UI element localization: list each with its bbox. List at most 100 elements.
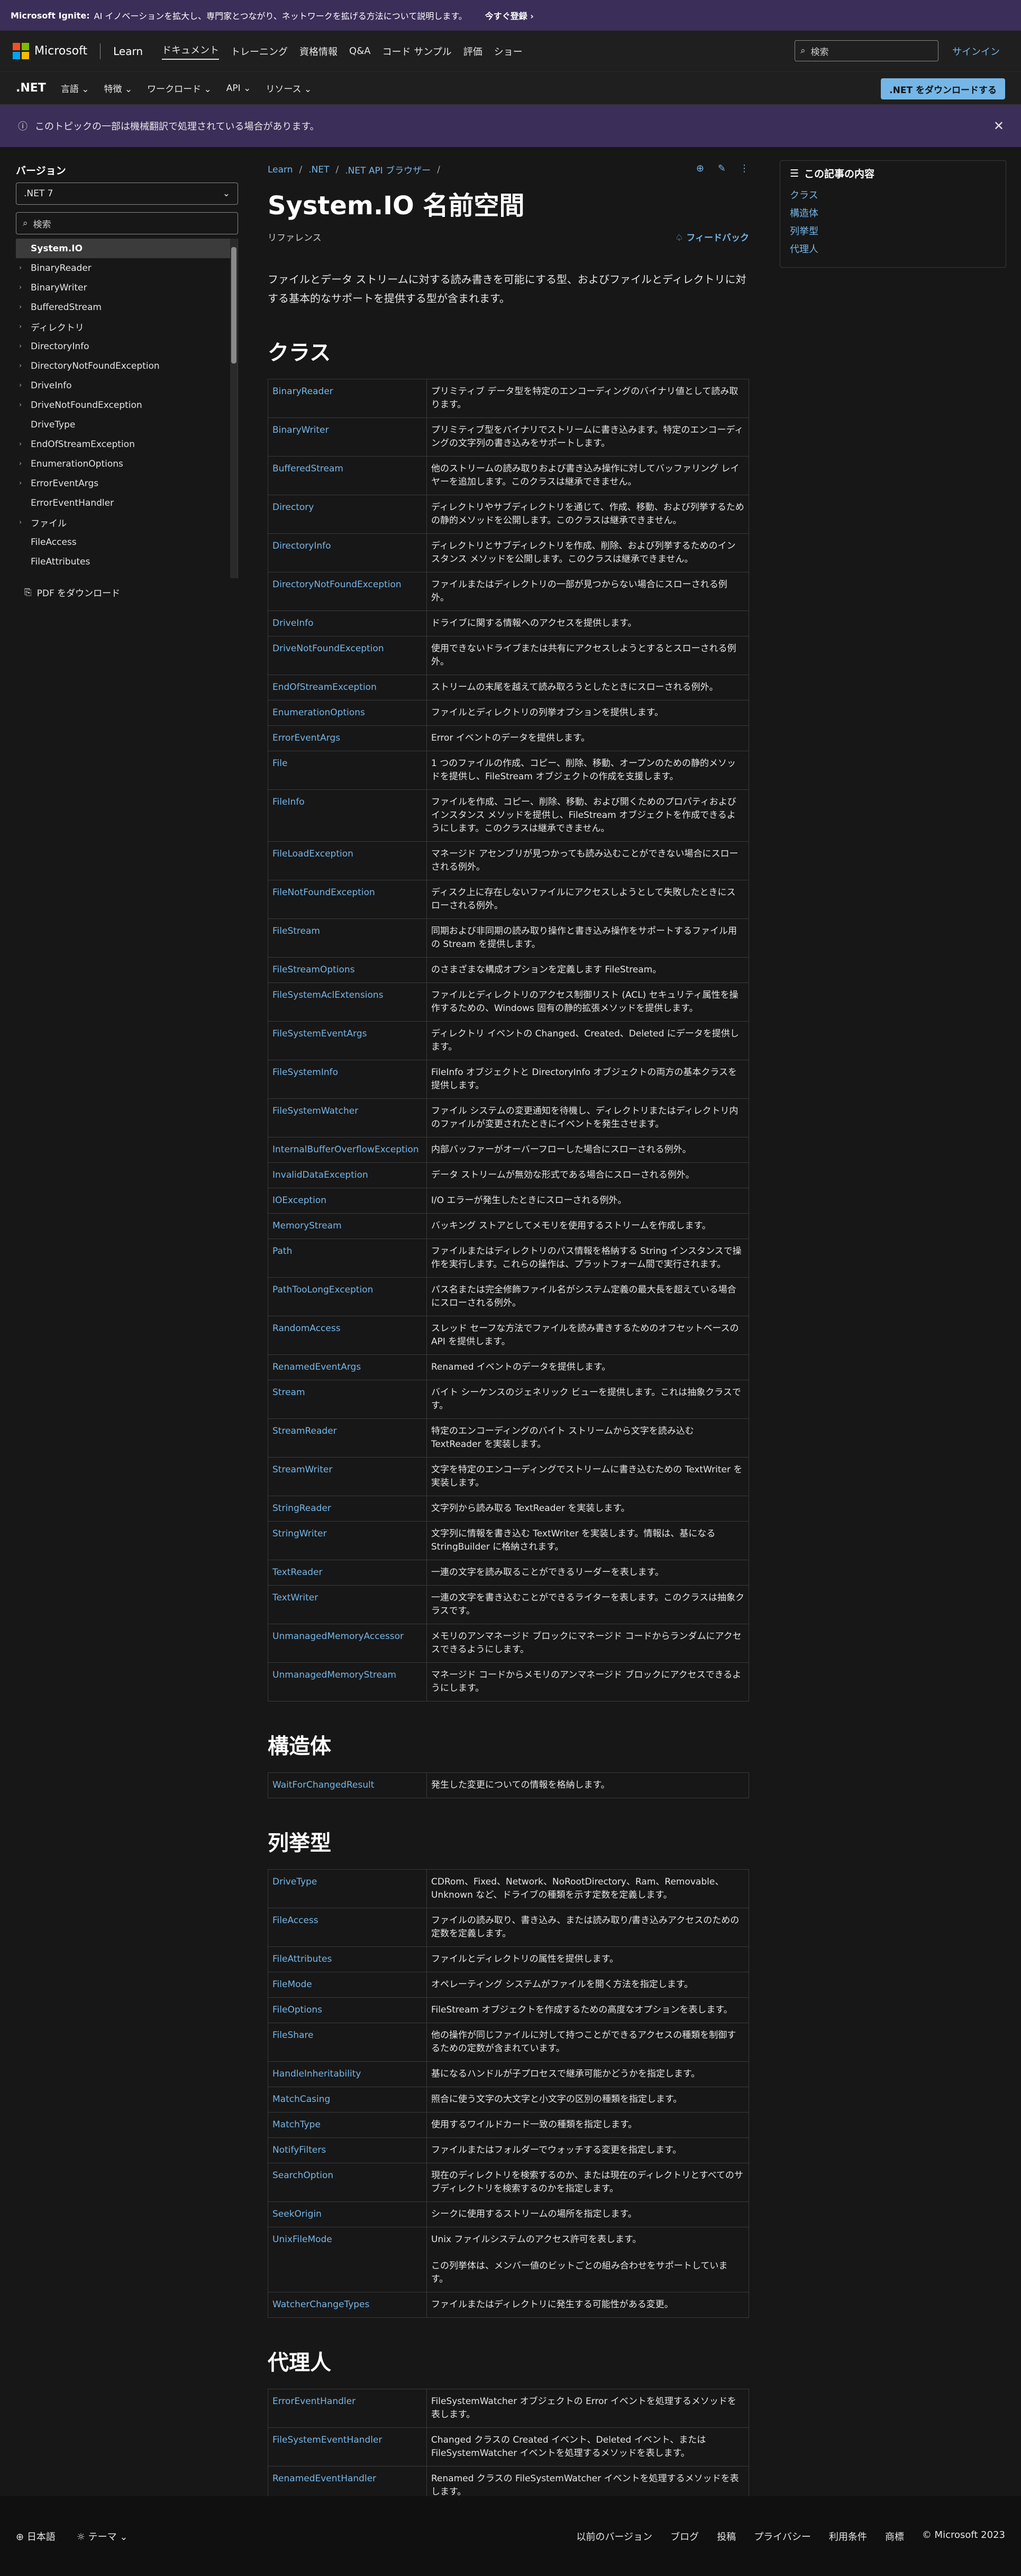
product-brand[interactable]: .NET bbox=[16, 81, 46, 95]
type-name-link[interactable]: RandomAccess bbox=[268, 1316, 427, 1355]
type-name-link[interactable]: FileAccess bbox=[268, 1908, 427, 1947]
toc-link-enums[interactable]: 列挙型 bbox=[790, 223, 996, 241]
type-name-link[interactable]: DirectoryInfo bbox=[268, 533, 427, 572]
ignite-register-link[interactable]: 今すぐ登録 › bbox=[485, 9, 534, 22]
type-name-link[interactable]: FileLoadException bbox=[268, 841, 427, 880]
footer-privacy[interactable]: プライバシー bbox=[754, 2529, 811, 2543]
type-name-link[interactable]: EndOfStreamException bbox=[268, 675, 427, 700]
site-learn-link[interactable]: Learn bbox=[113, 45, 143, 58]
type-name-link[interactable]: MatchCasing bbox=[268, 2087, 427, 2113]
type-name-link[interactable]: MemoryStream bbox=[268, 1213, 427, 1239]
type-name-link[interactable]: BinaryWriter bbox=[268, 417, 427, 457]
footer-trademarks[interactable]: 商標 bbox=[885, 2529, 904, 2543]
type-name-link[interactable]: InternalBufferOverflowException bbox=[268, 1137, 427, 1163]
subnav-languages[interactable]: 言語 ⌄ bbox=[61, 81, 89, 95]
global-search-input[interactable]: ⌕ 検索 bbox=[795, 40, 938, 61]
type-name-link[interactable]: PathTooLongException bbox=[268, 1277, 427, 1316]
footer-terms[interactable]: 利用条件 bbox=[829, 2529, 867, 2543]
toc-item[interactable]: › DirectoryNotFoundException bbox=[16, 356, 238, 376]
footer-blog[interactable]: ブログ bbox=[670, 2529, 699, 2543]
type-name-link[interactable]: UnmanagedMemoryStream bbox=[268, 1662, 427, 1701]
breadcrumb-learn[interactable]: Learn bbox=[268, 165, 293, 175]
type-name-link[interactable]: FileInfo bbox=[268, 789, 427, 842]
subnav-features[interactable]: 特徴 ⌄ bbox=[104, 81, 132, 95]
edit-icon[interactable]: ✎ bbox=[718, 163, 726, 174]
toc-item[interactable]: › EndOfStreamException bbox=[16, 434, 238, 454]
toc-item[interactable]: › ErrorEventArgs bbox=[16, 474, 238, 493]
type-name-link[interactable]: FileOptions bbox=[268, 1997, 427, 2023]
type-name-link[interactable]: HandleInheritability bbox=[268, 2061, 427, 2087]
add-collection-icon[interactable]: ⊕ bbox=[696, 163, 704, 174]
footer-contribute[interactable]: 投稿 bbox=[717, 2529, 736, 2543]
type-name-link[interactable]: DirectoryNotFoundException bbox=[268, 572, 427, 611]
type-name-link[interactable]: TextReader bbox=[268, 1560, 427, 1586]
nav-qna[interactable]: Q&A bbox=[349, 45, 371, 57]
download-dotnet-button[interactable]: .NET をダウンロードする bbox=[881, 78, 1005, 99]
toc-item[interactable]: FileAttributes bbox=[16, 552, 238, 571]
type-name-link[interactable]: SeekOrigin bbox=[268, 2201, 427, 2227]
toc-item[interactable]: › BinaryReader bbox=[16, 258, 238, 278]
microsoft-logo[interactable]: Microsoft bbox=[13, 43, 87, 59]
toc-item[interactable]: › BinaryWriter bbox=[16, 278, 238, 297]
toc-item[interactable]: › BufferedStream bbox=[16, 297, 238, 317]
language-selector[interactable]: ⊕ 日本語 bbox=[16, 2529, 56, 2543]
type-name-link[interactable]: Path bbox=[268, 1239, 427, 1278]
type-name-link[interactable]: StreamWriter bbox=[268, 1457, 427, 1496]
toc-scrollbar[interactable] bbox=[230, 239, 238, 578]
toc-item[interactable]: › EnumerationOptions bbox=[16, 454, 238, 474]
breadcrumb-dotnet[interactable]: .NET bbox=[308, 165, 329, 175]
subnav-api[interactable]: API ⌄ bbox=[226, 83, 251, 94]
type-name-link[interactable]: FileShare bbox=[268, 2023, 427, 2062]
nav-shows[interactable]: ショー bbox=[494, 44, 523, 58]
type-name-link[interactable]: EnumerationOptions bbox=[268, 700, 427, 726]
nav-docs[interactable]: ドキュメント bbox=[162, 43, 220, 60]
version-select[interactable]: .NET 7 ⌄ bbox=[16, 183, 238, 205]
type-name-link[interactable]: WaitForChangedResult bbox=[268, 1772, 427, 1798]
nav-training[interactable]: トレーニング bbox=[231, 44, 288, 58]
toc-item[interactable]: › DriveInfo bbox=[16, 376, 238, 395]
type-name-link[interactable]: FileStream bbox=[268, 918, 427, 958]
type-name-link[interactable]: StreamReader bbox=[268, 1418, 427, 1458]
toc-item[interactable]: ErrorEventHandler bbox=[16, 493, 238, 513]
type-name-link[interactable]: DriveNotFoundException bbox=[268, 636, 427, 675]
type-name-link[interactable]: FileSystemWatcher bbox=[268, 1098, 427, 1137]
type-name-link[interactable]: Directory bbox=[268, 495, 427, 534]
type-name-link[interactable]: UnmanagedMemoryAccessor bbox=[268, 1624, 427, 1663]
type-name-link[interactable]: FileNotFoundException bbox=[268, 880, 427, 919]
subnav-workloads[interactable]: ワークロード ⌄ bbox=[147, 81, 212, 95]
toc-filter-input[interactable]: ⌕ 検索 bbox=[16, 212, 238, 234]
toc-item[interactable]: › DriveNotFoundException bbox=[16, 395, 238, 415]
nav-code-samples[interactable]: コード サンプル bbox=[382, 44, 452, 58]
type-name-link[interactable]: BinaryReader bbox=[268, 379, 427, 418]
toc-item[interactable]: › ファイル bbox=[16, 513, 238, 532]
toc-link-classes[interactable]: クラス bbox=[790, 187, 996, 205]
type-name-link[interactable]: InvalidDataException bbox=[268, 1162, 427, 1188]
sign-in-link[interactable]: サインイン bbox=[952, 44, 1000, 58]
toc-item[interactable]: System.IO bbox=[16, 239, 238, 258]
type-name-link[interactable]: SearchOption bbox=[268, 2163, 427, 2202]
feedback-button[interactable]: ♤ フィードバック bbox=[675, 230, 749, 243]
toc-link-delegates[interactable]: 代理人 bbox=[790, 241, 996, 259]
type-name-link[interactable]: TextWriter bbox=[268, 1585, 427, 1624]
subnav-resources[interactable]: リソース ⌄ bbox=[266, 81, 312, 95]
type-name-link[interactable]: StringReader bbox=[268, 1496, 427, 1522]
type-name-link[interactable]: FileMode bbox=[268, 1972, 427, 1998]
nav-credentials[interactable]: 資格情報 bbox=[299, 44, 338, 58]
type-name-link[interactable]: FileStreamOptions bbox=[268, 957, 427, 983]
download-pdf-link[interactable]: ⎘ PDF をダウンロード bbox=[16, 586, 238, 599]
type-name-link[interactable]: File bbox=[268, 751, 427, 790]
type-name-link[interactable]: DriveInfo bbox=[268, 611, 427, 636]
type-name-link[interactable]: ErrorEventHandler bbox=[268, 2389, 427, 2428]
type-name-link[interactable]: ErrorEventArgs bbox=[268, 725, 427, 751]
close-icon[interactable]: ✕ bbox=[993, 119, 1004, 133]
scrollbar-thumb[interactable] bbox=[231, 247, 236, 363]
type-name-link[interactable]: BufferedStream bbox=[268, 456, 427, 495]
breadcrumb-api-browser[interactable]: .NET API ブラウザー bbox=[345, 163, 431, 176]
type-name-link[interactable]: Stream bbox=[268, 1380, 427, 1419]
type-name-link[interactable]: FileAttributes bbox=[268, 1946, 427, 1972]
toc-link-structs[interactable]: 構造体 bbox=[790, 205, 996, 223]
type-name-link[interactable]: UnixFileMode bbox=[268, 2227, 427, 2292]
type-name-link[interactable]: StringWriter bbox=[268, 1521, 427, 1560]
type-name-link[interactable]: FileSystemEventHandler bbox=[268, 2427, 427, 2466]
toc-item[interactable]: › DirectoryInfo bbox=[16, 336, 238, 356]
